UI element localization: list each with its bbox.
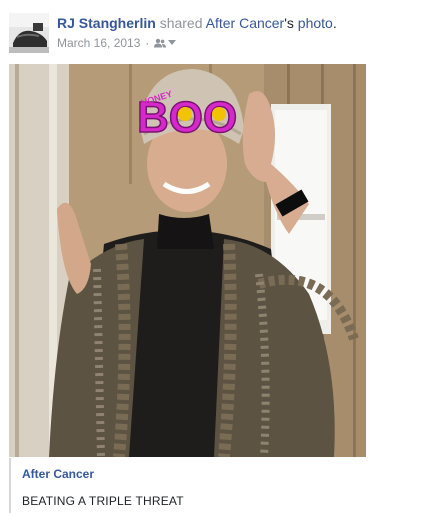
attachment-attribution: After Cancer BEATING A TRIPLE THREAT bbox=[9, 458, 446, 513]
chevron-down-icon bbox=[168, 40, 177, 45]
period: . bbox=[332, 15, 337, 31]
attachment-source-link[interactable]: After Cancer bbox=[22, 467, 94, 481]
novelty-glasses: BOO HONEY bbox=[136, 89, 238, 143]
possessive-suffix: 's bbox=[284, 15, 294, 31]
author-link[interactable]: RJ Stangherlin bbox=[57, 15, 156, 31]
post-meta: March 16, 2013 · bbox=[57, 35, 177, 51]
avatar[interactable] bbox=[9, 13, 49, 53]
action-text: shared bbox=[159, 15, 203, 31]
post-photo[interactable]: BOO HONEY bbox=[9, 64, 366, 457]
source-link[interactable]: After Cancer bbox=[206, 15, 285, 31]
timestamp-link[interactable]: March 16, 2013 bbox=[57, 35, 140, 51]
photo-link[interactable]: photo bbox=[298, 15, 333, 31]
post-header: RJ Stangherlin shared After Cancer's pho… bbox=[57, 14, 337, 32]
photo-image: BOO HONEY bbox=[9, 64, 366, 457]
attachment-title: BEATING A TRIPLE THREAT bbox=[22, 494, 184, 508]
avatar-image bbox=[9, 13, 49, 53]
meta-separator: · bbox=[145, 36, 150, 50]
audience-selector[interactable] bbox=[154, 38, 177, 48]
friends-icon bbox=[154, 38, 167, 48]
